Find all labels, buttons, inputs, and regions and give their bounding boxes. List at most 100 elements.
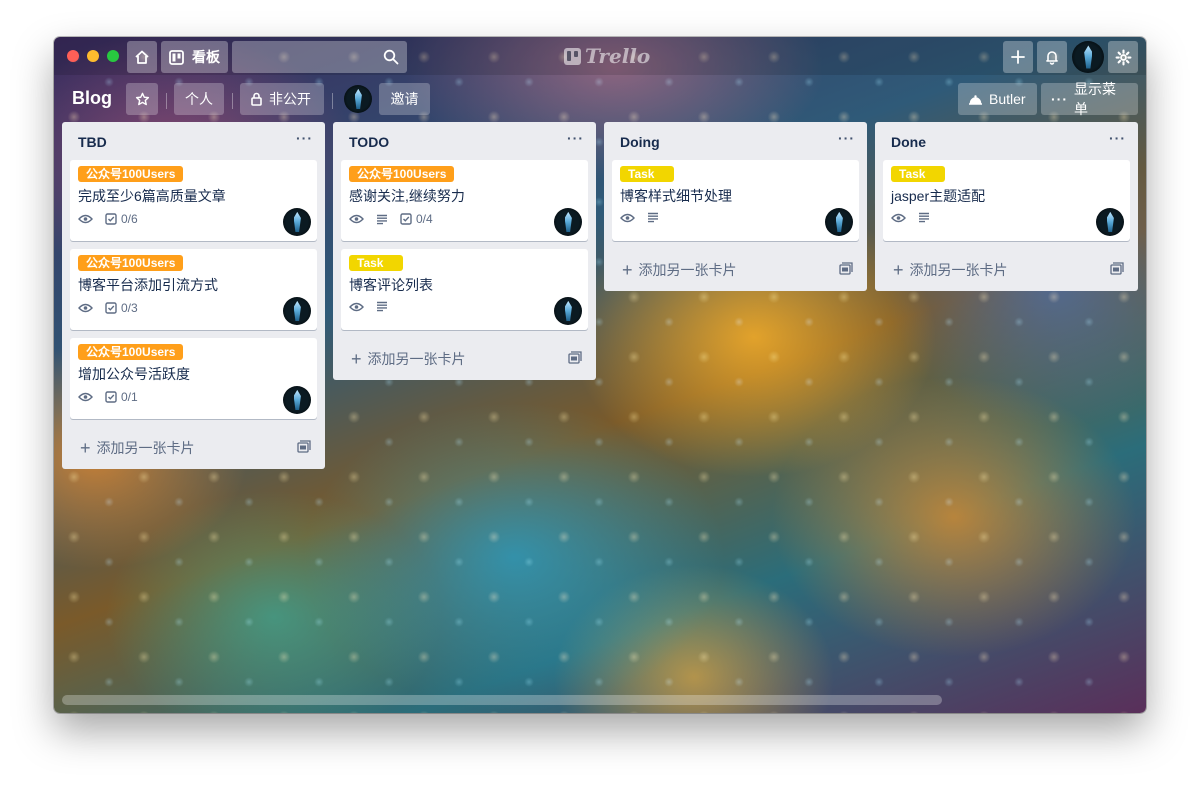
card[interactable]: 公众号100Users 博客平台添加引流方式 0/3 (70, 249, 317, 330)
card-template-icon[interactable] (568, 351, 582, 364)
card[interactable]: 公众号100Users 完成至少6篇高质量文章 0/6 (70, 160, 317, 241)
board-title[interactable]: Blog (72, 88, 112, 109)
card[interactable]: 公众号100Users 增加公众号活跃度 0/1 (70, 338, 317, 419)
card-member-avatar[interactable] (554, 208, 582, 236)
top-header: 看板 Trello (54, 37, 1146, 75)
bell-icon (1046, 51, 1058, 65)
star-board-button[interactable] (126, 83, 158, 115)
more-icon: ··· (1051, 91, 1068, 107)
show-menu-label: 显示菜单 (1074, 81, 1116, 117)
card-label: 公众号100Users (78, 255, 184, 271)
visibility-label: 非公开 (269, 91, 311, 107)
card-template-icon[interactable] (839, 262, 853, 275)
card-badges: 0/1 (78, 390, 138, 404)
trello-window: 看板 Trello Blog 个人 非公开 邀请 Butler ··· 显示菜单… (54, 37, 1146, 713)
minimize-window-button[interactable] (87, 50, 99, 62)
list-title[interactable]: Done (891, 134, 926, 150)
card-title: 增加公众号活跃度 (78, 366, 190, 382)
list-doing: Doing ··· Task 博客样式细节处理 + 添加另一张卡片 (604, 122, 867, 291)
list-menu-icon[interactable]: ··· (567, 130, 584, 146)
add-card-label: 添加另一张卡片 (638, 262, 737, 278)
horizontal-scrollbar[interactable] (62, 695, 942, 705)
card[interactable]: 公众号100Users 感谢关注,继续努力 0/4 (341, 160, 588, 241)
home-icon (135, 50, 149, 64)
watch-icon (891, 213, 906, 223)
checklist-count: 0/1 (121, 390, 138, 404)
list-menu-icon[interactable]: ··· (838, 130, 855, 146)
checklist-icon (105, 213, 117, 225)
notifications-button[interactable] (1037, 41, 1067, 73)
add-card-label: 添加另一张卡片 (96, 440, 195, 456)
card-badges: 0/6 (78, 212, 138, 226)
list-title[interactable]: TBD (78, 134, 107, 150)
add-card-button[interactable]: + 添加另一张卡片 (333, 338, 596, 380)
card-member-avatar[interactable] (554, 297, 582, 325)
search-input[interactable] (232, 41, 407, 73)
plus-icon (1011, 50, 1025, 64)
add-card-label: 添加另一张卡片 (367, 351, 466, 367)
card-title: 博客样式细节处理 (620, 188, 732, 204)
checklist-badge: 0/1 (105, 390, 138, 404)
list-header: TBD ··· (62, 122, 325, 160)
checklist-badge: 0/4 (400, 212, 433, 226)
card[interactable]: Task jasper主题适配 (883, 160, 1130, 241)
checklist-icon (105, 302, 117, 314)
card-title: 博客评论列表 (349, 277, 433, 293)
boards-label: 看板 (192, 49, 220, 65)
card-badges (349, 301, 388, 312)
home-button[interactable] (127, 41, 157, 73)
divider (232, 93, 233, 109)
card[interactable]: Task 博客样式细节处理 (612, 160, 859, 241)
watch-icon (78, 303, 93, 313)
team-button[interactable]: 个人 (174, 83, 224, 115)
plus-icon: + (351, 349, 362, 369)
lock-icon (251, 92, 262, 106)
add-card-button[interactable]: + 添加另一张卡片 (604, 249, 867, 291)
butler-button[interactable]: Butler (958, 83, 1037, 115)
card-title: 完成至少6篇高质量文章 (78, 188, 226, 204)
divider (166, 93, 167, 109)
search-box[interactable] (232, 41, 407, 73)
close-window-button[interactable] (67, 50, 79, 62)
visibility-button[interactable]: 非公开 (240, 83, 324, 115)
list-header: TODO ··· (333, 122, 596, 160)
card[interactable]: Task 博客评论列表 (341, 249, 588, 330)
list-menu-icon[interactable]: ··· (296, 130, 313, 146)
member-avatar[interactable] (1072, 41, 1104, 73)
add-card-button[interactable]: + 添加另一张卡片 (875, 249, 1138, 291)
plus-icon: + (893, 260, 904, 280)
card-member-avatar[interactable] (283, 386, 311, 414)
watch-icon (620, 213, 635, 223)
show-menu-button[interactable]: ··· 显示菜单 (1041, 81, 1138, 117)
zoom-window-button[interactable] (107, 50, 119, 62)
invite-button[interactable]: 邀请 (379, 83, 430, 115)
list-title[interactable]: Doing (620, 134, 660, 150)
gear-icon (1115, 49, 1131, 65)
card-template-icon[interactable] (297, 440, 311, 453)
add-card-button[interactable]: + 添加另一张卡片 (62, 427, 325, 469)
boards-button[interactable]: 看板 (161, 41, 228, 73)
description-icon (918, 212, 930, 223)
card-label: 公众号100Users (78, 344, 184, 360)
invite-label: 邀请 (390, 91, 419, 107)
create-button[interactable] (1003, 41, 1033, 73)
trello-logo[interactable]: Trello (564, 44, 650, 68)
card-label: Task (620, 166, 674, 182)
plus-icon: + (622, 260, 633, 280)
checklist-count: 0/6 (121, 212, 138, 226)
list-done: Done ··· Task jasper主题适配 + 添加另一张卡片 (875, 122, 1138, 291)
card-badges (620, 212, 659, 223)
card-title: 博客平台添加引流方式 (78, 277, 218, 293)
checklist-count: 0/4 (416, 212, 433, 226)
list-menu-icon[interactable]: ··· (1109, 130, 1126, 146)
settings-button[interactable] (1108, 41, 1138, 73)
card-badges (891, 212, 930, 223)
card-member-avatar[interactable] (825, 208, 853, 236)
board-member-avatar[interactable] (344, 85, 372, 113)
card-member-avatar[interactable] (283, 297, 311, 325)
card-member-avatar[interactable] (283, 208, 311, 236)
card-member-avatar[interactable] (1096, 208, 1124, 236)
list-header: Done ··· (875, 122, 1138, 160)
card-template-icon[interactable] (1110, 262, 1124, 275)
list-title[interactable]: TODO (349, 134, 389, 150)
